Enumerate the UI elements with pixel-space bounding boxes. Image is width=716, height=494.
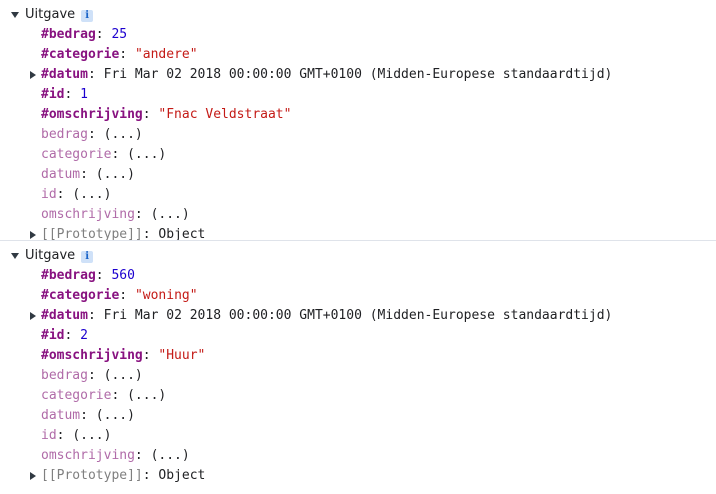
accessor-key: categorie xyxy=(41,147,112,162)
own-property-row: #categorie: "andere" xyxy=(0,45,716,65)
key-separator: : xyxy=(142,107,159,122)
key-separator: : xyxy=(87,368,104,383)
property-value: 25 xyxy=(111,27,128,42)
key-separator: : xyxy=(80,408,96,423)
accessor-row: omschrijving: (...) xyxy=(0,446,716,466)
own-property-row: #id: 2 xyxy=(0,326,716,346)
triangle-right-icon[interactable] xyxy=(28,306,40,326)
own-property-row: #omschrijving: "Fnac Veldstraat" xyxy=(0,105,716,125)
property-value: 1 xyxy=(80,87,88,102)
triangle-right-icon[interactable] xyxy=(28,65,40,85)
invoke-getter-button[interactable]: (...) xyxy=(72,187,111,202)
property-value: 560 xyxy=(111,268,135,283)
property-value: "Huur" xyxy=(158,348,206,363)
property-value: Fri Mar 02 2018 00:00:00 GMT+0100 (Midde… xyxy=(103,308,613,323)
accessor-row: id: (...) xyxy=(0,185,716,205)
invoke-getter-button[interactable]: (...) xyxy=(151,448,190,463)
info-icon[interactable]: i xyxy=(81,251,94,263)
property-key: #bedrag xyxy=(41,27,96,42)
accessor-row: datum: (...) xyxy=(0,165,716,185)
property-key: #omschrijving xyxy=(41,107,143,122)
accessor-row: categorie: (...) xyxy=(0,386,716,406)
key-separator: : xyxy=(56,428,73,443)
own-property-row: #bedrag: 560 xyxy=(0,266,716,286)
accessor-key: id xyxy=(41,187,57,202)
accessor-key: datum xyxy=(41,408,81,423)
invoke-getter-button[interactable]: (...) xyxy=(151,207,190,222)
key-separator: : xyxy=(142,348,159,363)
own-property-row: #id: 1 xyxy=(0,85,716,105)
accessor-row: omschrijving: (...) xyxy=(0,205,716,225)
property-key: #datum xyxy=(41,67,88,82)
key-separator: : xyxy=(87,67,104,82)
own-property-row[interactable]: #datum: Fri Mar 02 2018 00:00:00 GMT+010… xyxy=(0,65,716,85)
invoke-getter-button[interactable]: (...) xyxy=(96,167,135,182)
key-separator: : xyxy=(95,27,112,42)
key-separator: : xyxy=(134,207,151,222)
property-key: #omschrijving xyxy=(41,348,143,363)
object-entry: Uitgave i #bedrag: 25 #categorie: "andere" #… xyxy=(0,0,716,242)
accessor-row: categorie: (...) xyxy=(0,145,716,165)
property-key: #categorie xyxy=(41,47,120,62)
property-key: #id xyxy=(41,87,65,102)
key-separator: : xyxy=(119,47,135,62)
property-value: "andere" xyxy=(134,47,198,62)
class-name: Uitgave xyxy=(25,248,76,263)
key-separator: : xyxy=(119,288,135,303)
prototype-row[interactable]: [[Prototype]]: Object xyxy=(0,466,716,486)
property-value: "Fnac Veldstraat" xyxy=(158,107,292,122)
own-property-row: #omschrijving: "Huur" xyxy=(0,346,716,366)
triangle-right-icon[interactable] xyxy=(28,466,40,486)
prototype-key: [[Prototype]] xyxy=(41,468,143,483)
property-key: #categorie xyxy=(41,288,120,303)
key-separator: : xyxy=(80,167,96,182)
property-value: 2 xyxy=(80,328,88,343)
info-icon[interactable]: i xyxy=(81,10,94,22)
key-separator: : xyxy=(64,328,81,343)
accessor-row: bedrag: (...) xyxy=(0,366,716,386)
own-property-row: #categorie: "woning" xyxy=(0,286,716,306)
key-separator: : xyxy=(56,187,73,202)
invoke-getter-button[interactable]: (...) xyxy=(104,368,143,383)
triangle-down-icon[interactable] xyxy=(10,5,22,25)
accessor-key: omschrijving xyxy=(41,448,135,463)
property-key: #bedrag xyxy=(41,268,96,283)
accessor-key: datum xyxy=(41,167,81,182)
key-separator: : xyxy=(87,127,104,142)
key-separator: : xyxy=(95,268,112,283)
accessor-row: id: (...) xyxy=(0,426,716,446)
key-separator: : xyxy=(111,147,128,162)
accessor-key: bedrag xyxy=(41,368,88,383)
accessor-key: bedrag xyxy=(41,127,88,142)
object-header[interactable]: Uitgave i xyxy=(0,246,716,266)
invoke-getter-button[interactable]: (...) xyxy=(104,127,143,142)
invoke-getter-button[interactable]: (...) xyxy=(96,408,135,423)
property-value: Fri Mar 02 2018 00:00:00 GMT+0100 (Midde… xyxy=(103,67,613,82)
key-separator: : xyxy=(134,448,151,463)
key-separator: : xyxy=(142,468,159,483)
property-key: #datum xyxy=(41,308,88,323)
accessor-row: bedrag: (...) xyxy=(0,125,716,145)
accessor-row: datum: (...) xyxy=(0,406,716,426)
property-value: "woning" xyxy=(134,288,198,303)
invoke-getter-button[interactable]: (...) xyxy=(127,388,166,403)
accessor-key: categorie xyxy=(41,388,112,403)
key-separator: : xyxy=(87,308,104,323)
key-separator: : xyxy=(111,388,128,403)
accessor-key: id xyxy=(41,428,57,443)
triangle-down-icon[interactable] xyxy=(10,246,22,266)
object-entry: Uitgave i #bedrag: 560 #categorie: "woning"… xyxy=(0,240,716,489)
object-header[interactable]: Uitgave i xyxy=(0,5,716,25)
accessor-key: omschrijving xyxy=(41,207,135,222)
own-property-row: #bedrag: 25 xyxy=(0,25,716,45)
class-name: Uitgave xyxy=(25,7,76,22)
prototype-value: Object xyxy=(158,468,206,483)
key-separator: : xyxy=(64,87,81,102)
invoke-getter-button[interactable]: (...) xyxy=(72,428,111,443)
invoke-getter-button[interactable]: (...) xyxy=(127,147,166,162)
property-key: #id xyxy=(41,328,65,343)
console-output: Uitgave i #bedrag: 25 #categorie: "andere" #… xyxy=(0,0,716,489)
own-property-row[interactable]: #datum: Fri Mar 02 2018 00:00:00 GMT+010… xyxy=(0,306,716,326)
